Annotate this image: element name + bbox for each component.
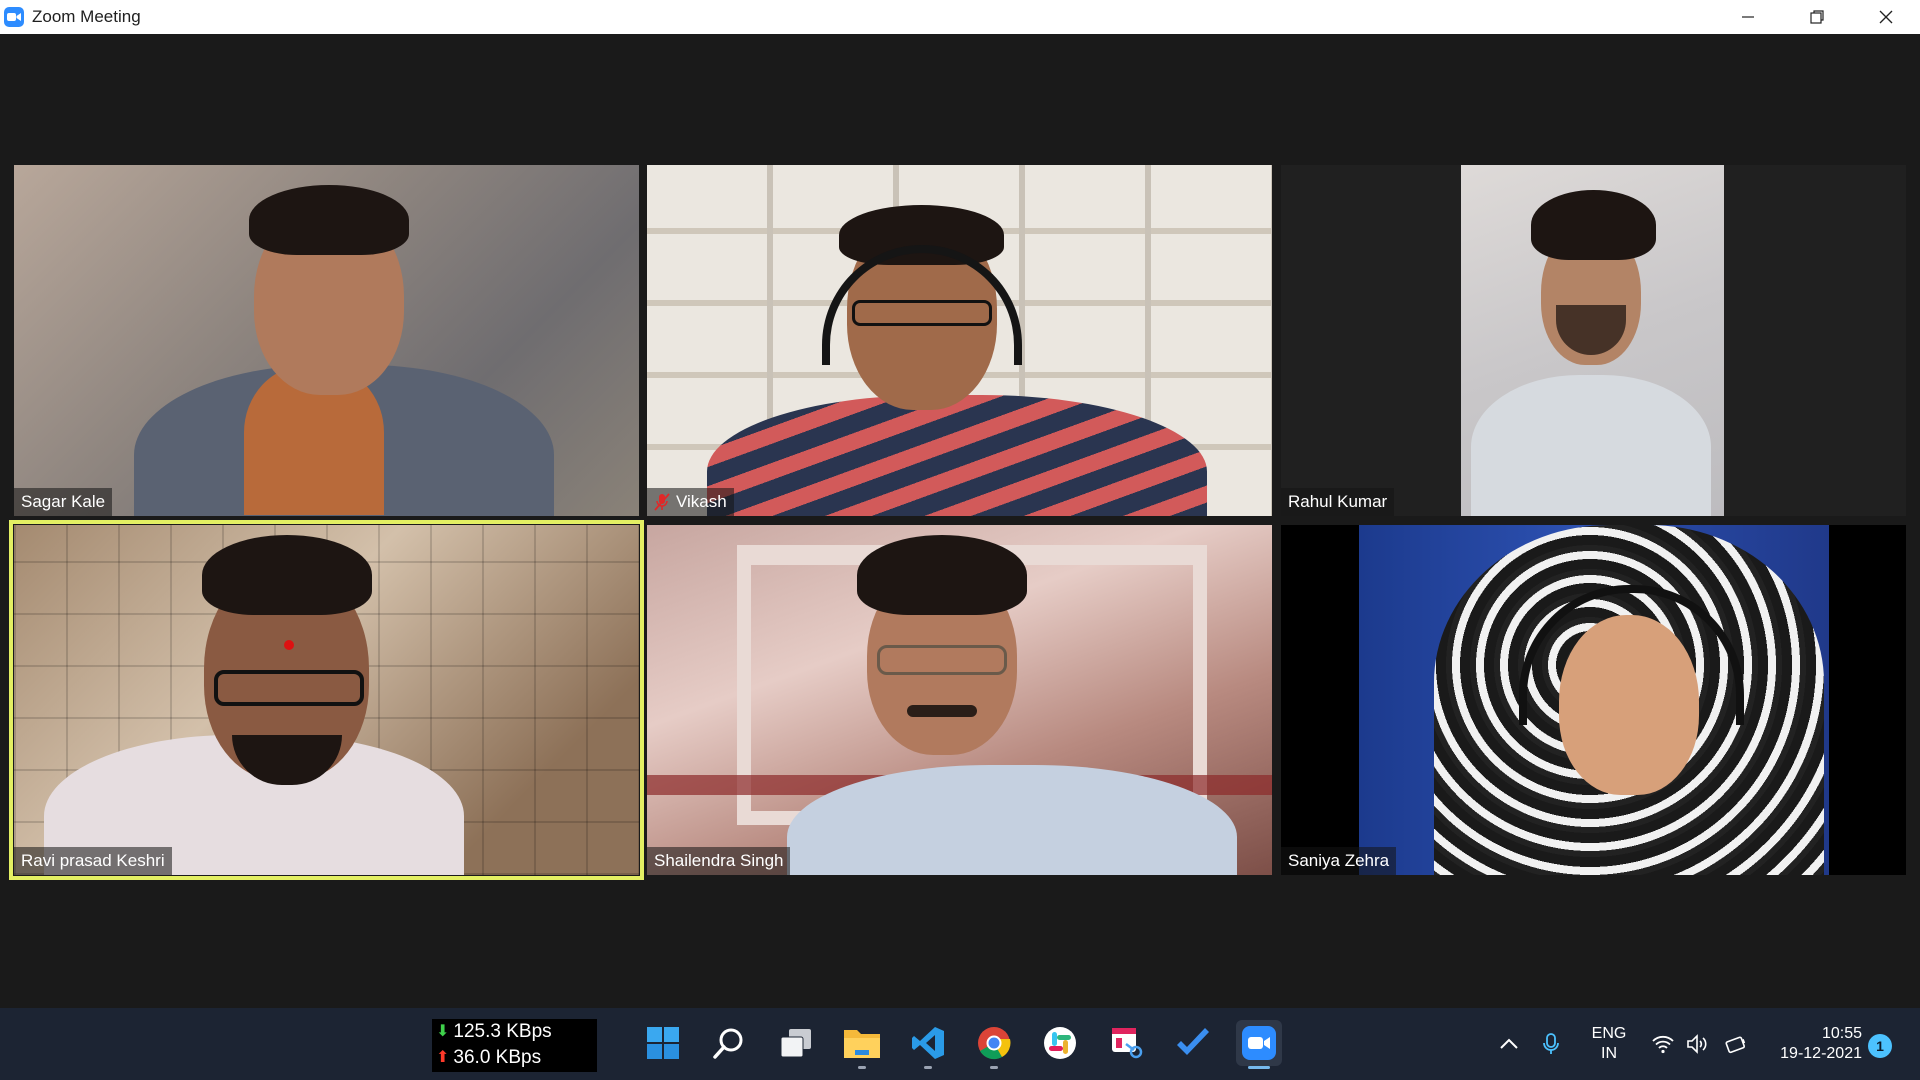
participant-name: Rahul Kumar [1288, 492, 1388, 511]
network-speed-meter: ⬇ 125.3 KBps ⬆ 36.0 KBps [432, 1019, 597, 1072]
snipping-tool-button[interactable] [1106, 1022, 1148, 1064]
microphone-muted-icon [654, 493, 670, 511]
video-tile[interactable]: Sagar Kale [14, 165, 639, 516]
gallery-view: Sagar Kale Vikash Rahul Kumar Ravi prasa… [0, 34, 1920, 1008]
language-code: ENG [1591, 1025, 1627, 1042]
chrome-icon [978, 1027, 1011, 1060]
clock-time: 10:55 [1821, 1025, 1862, 1042]
video-tile[interactable]: Shailendra Singh [647, 525, 1272, 875]
window-title: Zoom Meeting [32, 7, 141, 26]
restore-button[interactable] [1782, 0, 1851, 34]
start-button[interactable] [642, 1022, 684, 1064]
minimize-icon [1741, 16, 1754, 18]
running-indicator [924, 1066, 932, 1069]
minimize-button[interactable] [1713, 0, 1782, 34]
snipping-tool-icon [1112, 1028, 1143, 1059]
participant-video [647, 525, 1272, 875]
participant-name-label: Sagar Kale [14, 488, 113, 516]
todo-button[interactable] [1172, 1022, 1214, 1064]
close-button[interactable] [1851, 0, 1920, 34]
upload-arrow-icon: ⬆ [436, 1049, 450, 1066]
participant-video [1359, 525, 1829, 875]
file-explorer-button[interactable] [841, 1022, 883, 1069]
title-bar: Zoom Meeting [0, 0, 1920, 34]
notification-badge[interactable]: 1 [1868, 1034, 1892, 1058]
upload-speed: 36.0 KBps [453, 1047, 542, 1068]
wifi-icon[interactable] [1651, 1032, 1675, 1056]
video-tile[interactable]: Ravi prasad Keshri [14, 525, 639, 875]
participant-name-label: Rahul Kumar [1281, 488, 1395, 516]
video-tile[interactable]: Rahul Kumar [1281, 165, 1906, 516]
todo-icon [1177, 1028, 1209, 1055]
participant-video [647, 165, 1272, 516]
participant-name: Vikash [676, 492, 727, 511]
participant-name: Shailendra Singh [654, 851, 784, 870]
participant-name: Ravi prasad Keshri [21, 851, 165, 870]
video-tile[interactable]: Vikash [647, 165, 1272, 516]
participant-video [1461, 165, 1724, 516]
battery-icon[interactable] [1724, 1032, 1748, 1056]
download-speed: 125.3 KBps [453, 1021, 552, 1042]
task-view-button[interactable] [775, 1022, 817, 1064]
participant-name-label: Shailendra Singh [647, 847, 791, 875]
system-clock[interactable]: 10:55 19-12-2021 [1766, 1024, 1862, 1064]
microphone-icon[interactable] [1539, 1032, 1563, 1056]
chrome-button[interactable] [973, 1022, 1015, 1069]
taskbar: ⬇ 125.3 KBps ⬆ 36.0 KBps ENG IN 10:55 19… [0, 1008, 1920, 1080]
participant-video [14, 165, 639, 516]
start-icon [647, 1027, 679, 1059]
close-icon [1879, 10, 1892, 24]
participant-name: Sagar Kale [21, 492, 106, 511]
clock-date: 19-12-2021 [1780, 1045, 1862, 1062]
language-indicator[interactable]: ENG IN [1587, 1024, 1631, 1064]
participant-name-label: Saniya Zehra [1281, 847, 1397, 875]
vscode-icon [912, 1027, 944, 1059]
participant-name-label: Vikash [647, 488, 734, 516]
video-tile[interactable]: Saniya Zehra [1281, 525, 1906, 875]
restore-icon [1809, 10, 1824, 24]
file-explorer-icon [844, 1030, 880, 1058]
language-region: IN [1601, 1045, 1617, 1062]
slack-button[interactable] [1039, 1022, 1081, 1064]
participant-name-label: Ravi prasad Keshri [14, 847, 172, 875]
participant-name: Saniya Zehra [1288, 851, 1390, 870]
download-arrow-icon: ⬇ [436, 1023, 450, 1040]
zoom-taskbar-button[interactable] [1236, 1020, 1282, 1069]
running-indicator [858, 1066, 866, 1069]
slack-icon [1044, 1027, 1076, 1059]
vscode-button[interactable] [907, 1022, 949, 1069]
active-app-indicator [1248, 1066, 1270, 1069]
zoom-app-icon [4, 7, 24, 27]
search-button[interactable] [708, 1022, 750, 1064]
show-hidden-icons-chevron-up-icon[interactable] [1497, 1032, 1521, 1056]
participant-video [14, 525, 639, 875]
search-icon [713, 1028, 743, 1059]
zoom-icon [1242, 1026, 1276, 1060]
running-indicator [990, 1066, 998, 1069]
task-view-icon [780, 1029, 811, 1058]
volume-icon[interactable] [1685, 1032, 1709, 1056]
